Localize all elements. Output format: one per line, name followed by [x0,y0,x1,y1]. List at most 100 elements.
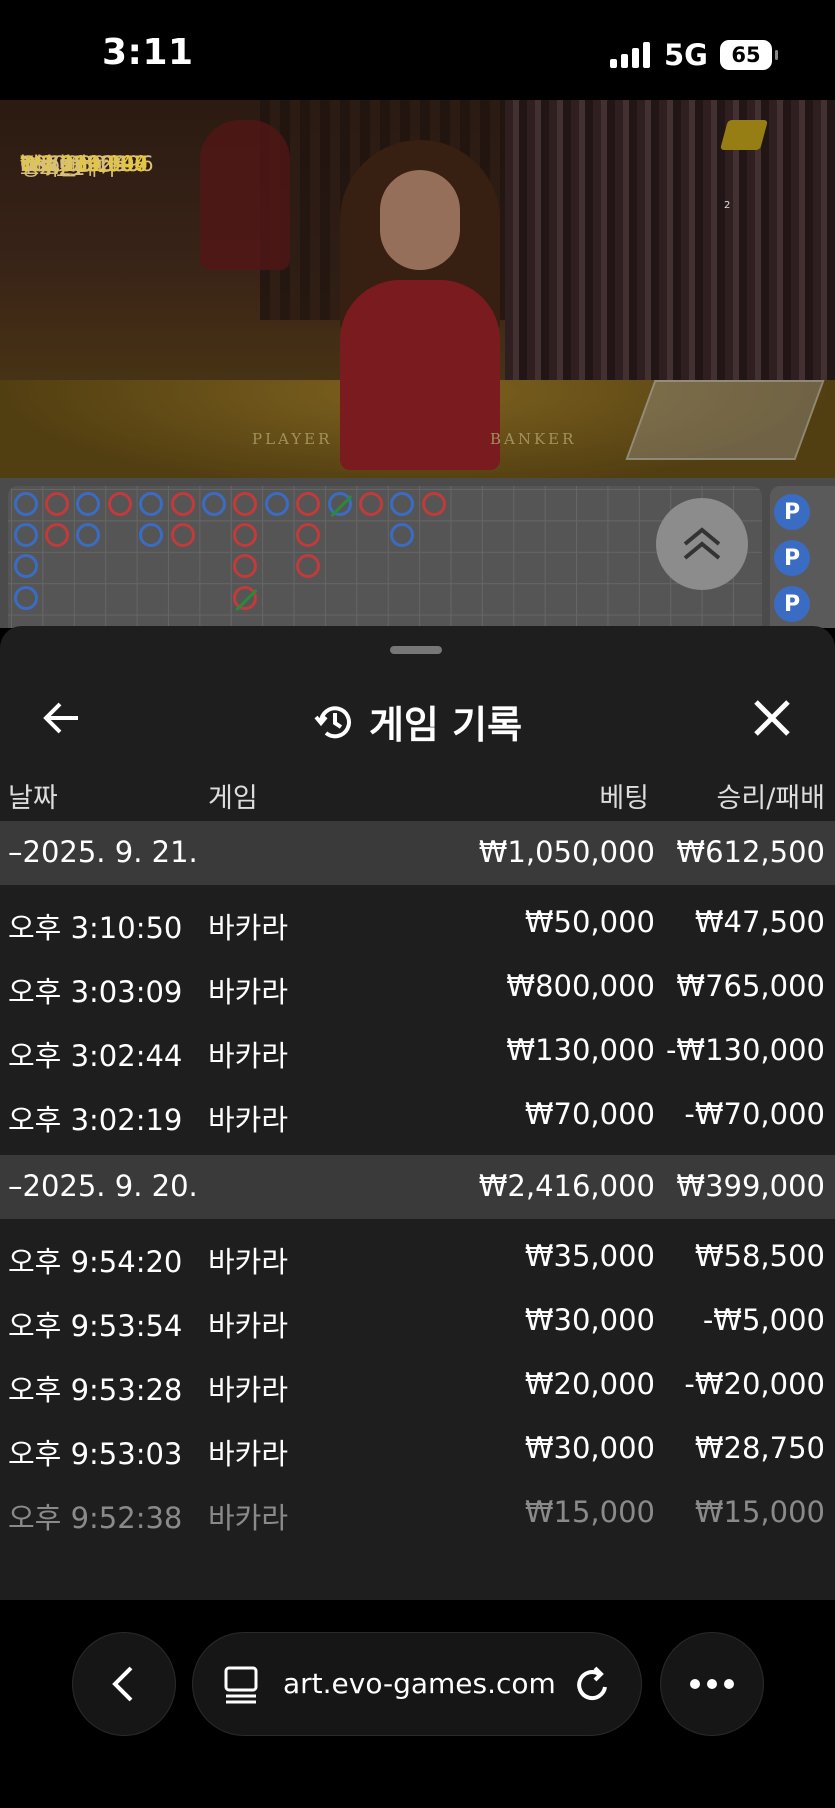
column-result: 승리/패배 [716,783,825,814]
collapse-button[interactable] [656,498,748,590]
row-bet: ₩15,000 [524,1495,655,1529]
close-icon [754,700,790,736]
row-time: 오후 9:52:38 [8,1501,183,1535]
banker-bead [296,491,321,516]
group-bet-total: ₩1,050,000 [478,835,655,869]
tie-mark [330,494,352,517]
banker-bead [170,491,195,516]
row-time: 오후 3:02:19 [8,1103,183,1137]
live-video-stream[interactable]: PLAYER BANKER 2 ₩5,924,144 Kabil ₩3,900,00… [0,100,835,478]
history-row[interactable]: 오후 9:54:20 바카라 ₩35,000 ₩58,500 [0,1225,835,1289]
row-game: 바카라 [208,1501,289,1535]
drag-handle[interactable] [390,646,442,654]
row-game: 바카라 [208,1103,289,1137]
battery-icon: 65 [720,40,778,70]
banker-bead [296,522,321,547]
player-bead [264,491,289,516]
battery-level: 65 [731,43,761,67]
tabs-icon [224,1666,258,1704]
winner-row: ₩1,111,500 고고21 [20,138,835,180]
group-bet-total: ₩2,416,000 [478,1169,655,1203]
more-icon [690,1679,734,1689]
row-result: ₩47,500 [694,905,825,939]
row-time: 오후 9:53:28 [8,1373,183,1407]
history-row[interactable]: 오후 9:53:03 바카라 ₩30,000 ₩28,750 [0,1417,835,1481]
browser-back-button[interactable] [72,1632,176,1736]
column-date: 날짜 [8,783,58,814]
banker-bead [44,522,69,547]
corner-number: 2 [724,200,731,211]
chevron-left-icon [112,1666,133,1702]
network-type: 5G [664,38,708,72]
chevron-up-double-icon [683,527,721,560]
row-time: 오후 3:03:09 [8,975,183,1009]
banker-bead [233,585,258,611]
player-bead [13,522,38,547]
row-result: ₩15,000 [694,1495,825,1529]
row-bet: ₩800,000 [506,969,655,1003]
history-row[interactable]: 오후 9:53:28 바카라 ₩20,000 -₩20,000 [0,1353,835,1417]
url-text: art.evo-games.com [283,1667,556,1700]
row-bet: ₩130,000 [506,1033,655,1067]
history-row[interactable]: 오후 9:53:54 바카라 ₩30,000 -₩5,000 [0,1289,835,1353]
row-game: 바카라 [208,1373,289,1407]
player-bead [201,491,226,516]
row-game: 바카라 [208,975,289,1009]
row-bet: ₩30,000 [524,1431,655,1465]
group-date: –2025. 9. 20. [8,1169,198,1203]
cellular-signal-icon [610,42,650,68]
row-result: -₩20,000 [684,1367,825,1401]
browser-toolbar: art.evo-games.com [0,1600,835,1808]
row-time: 오후 3:10:50 [8,911,183,945]
group-result-total: ₩399,000 [676,1169,825,1203]
player-bead [390,491,415,516]
column-game: 게임 [208,783,258,814]
close-button[interactable] [750,696,794,740]
row-time: 오후 9:54:20 [8,1245,183,1279]
row-time: 오후 3:02:44 [8,1039,183,1073]
date-group-header[interactable]: –2025. 9. 21. ₩1,050,000 ₩612,500 [0,821,835,885]
row-bet: ₩35,000 [524,1239,655,1273]
row-game: 바카라 [208,1437,289,1471]
player-bead [13,585,38,610]
player-bead [76,522,101,547]
player-bead [390,522,415,547]
history-row[interactable]: 오후 3:03:09 바카라 ₩800,000 ₩765,000 [0,955,835,1019]
banker-bead [170,522,195,547]
row-game: 바카라 [208,1309,289,1343]
reload-icon[interactable] [573,1663,613,1707]
history-icon [314,705,351,738]
date-group-header[interactable]: –2025. 9. 20. ₩2,416,000 ₩399,000 [0,1155,835,1219]
banker-bead [107,491,132,516]
row-bet: ₩20,000 [524,1367,655,1401]
banker-bead [421,491,446,516]
row-bet: ₩50,000 [524,905,655,939]
row-result: -₩130,000 [665,1033,825,1067]
row-time: 오후 9:53:03 [8,1437,183,1471]
game-history-sheet: 게임 기록 날짜 게임 베팅 승리/패배 –2025. 9. 21. ₩1,050… [0,626,835,1600]
address-bar[interactable]: art.evo-games.com [192,1632,642,1736]
row-bet: ₩30,000 [524,1303,655,1337]
big-road-grid [8,486,762,628]
column-bet: 베팅 [599,783,649,814]
banker-bead [358,491,383,516]
row-result: -₩5,000 [702,1303,825,1337]
row-game: 바카라 [208,911,289,945]
sheet-title: 게임 기록 [0,694,835,749]
banker-bead [233,491,258,516]
history-row[interactable]: 오후 9:52:38 바카라 ₩15,000 ₩15,000 [0,1481,835,1545]
player-bead [327,491,352,517]
status-bar: 3:11 5G 65 [0,0,835,100]
winner-name: 고고21 [20,156,86,180]
sheet-header: 게임 기록 [0,666,835,776]
side-road: P P P [770,486,835,628]
banker-bead [233,554,258,579]
sheet-title-text: 게임 기록 [368,703,523,747]
row-result: ₩58,500 [694,1239,825,1273]
row-bet: ₩70,000 [524,1097,655,1131]
banker-bead [233,522,258,547]
history-row[interactable]: 오후 3:02:19 바카라 ₩70,000 -₩70,000 [0,1083,835,1147]
more-options-button[interactable] [660,1632,764,1736]
history-row[interactable]: 오후 3:10:50 바카라 ₩50,000 ₩47,500 [0,891,835,955]
history-row[interactable]: 오후 3:02:44 바카라 ₩130,000 -₩130,000 [0,1019,835,1083]
